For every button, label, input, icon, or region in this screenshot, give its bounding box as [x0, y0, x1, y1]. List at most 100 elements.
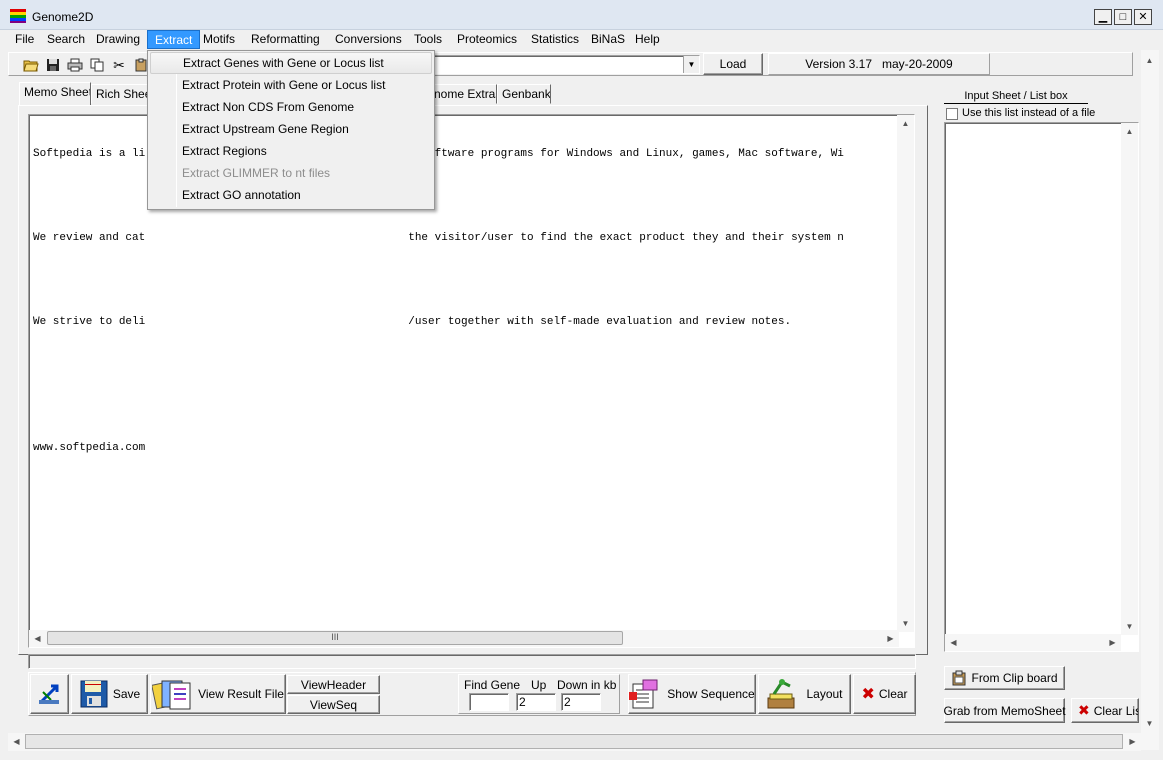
close-button[interactable]: ✕ — [1134, 9, 1152, 25]
list-scroll-down-arrow-icon[interactable]: ▼ — [1121, 618, 1138, 635]
scroll-right-arrow-icon[interactable]: ▶ — [882, 630, 899, 647]
window-scroll-down-arrow-icon[interactable]: ▼ — [1141, 715, 1158, 732]
version-text: Version 3.17 may-20-2009 — [805, 57, 953, 71]
menu-drawing[interactable]: Drawing — [89, 30, 147, 49]
menu-conversions[interactable]: Conversions — [328, 30, 409, 49]
copy-icon[interactable] — [88, 56, 106, 74]
menu-reformatting[interactable]: Reformatting — [244, 30, 327, 49]
clear-x-icon: ✖ — [861, 686, 875, 703]
menu-proteomics[interactable]: Proteomics — [450, 30, 524, 49]
window-horizontal-scroll-thumb[interactable] — [25, 734, 1123, 749]
grab-from-memosheet-button[interactable]: Grab from MemoSheet — [943, 698, 1066, 723]
load-button-label: Load — [719, 57, 747, 71]
menu-extract-glimmer-to-nt-files: Extract GLIMMER to nt files — [182, 166, 331, 180]
view-seq-label: ViewSeq — [309, 697, 358, 712]
tab-memo-sheet[interactable]: Memo Sheet — [19, 82, 91, 105]
extract-dropdown-menu: Extract Genes with Gene or Locus list Ex… — [147, 50, 435, 210]
maximize-icon: □ — [1119, 11, 1127, 23]
memo-line-3: We strive to deli/user together with sel… — [33, 316, 792, 328]
sequence-document-icon — [629, 679, 658, 709]
use-list-checkbox[interactable] — [946, 108, 958, 120]
menu-file[interactable]: File — [8, 30, 41, 49]
save-disk-icon[interactable] — [44, 56, 62, 74]
sort-arrows-button[interactable] — [30, 674, 69, 714]
from-clipboard-button[interactable]: From Clip board — [944, 666, 1065, 690]
memo-line-2: We review and cat the visitor/user to fin… — [33, 232, 844, 244]
file-combo-box[interactable]: ▼ — [430, 55, 700, 74]
tab-genome-extras-label: nome Extras — [434, 87, 497, 101]
tab-genome-extras[interactable]: nome Extras — [433, 84, 497, 104]
menu-motifs[interactable]: Motifs — [196, 30, 242, 49]
open-folder-icon[interactable] — [22, 56, 40, 74]
save-button-label: Save — [112, 687, 141, 701]
list-scroll-left-arrow-icon[interactable]: ◀ — [945, 634, 962, 651]
window-scroll-up-arrow-icon[interactable]: ▲ — [1141, 52, 1158, 69]
list-vertical-scrollbar[interactable]: ▲ ▼ — [1121, 123, 1138, 635]
minimize-button[interactable]: ▁ — [1094, 9, 1112, 25]
list-horizontal-scrollbar[interactable]: ◀ ▶ — [945, 634, 1121, 651]
maximize-button[interactable]: □ — [1114, 9, 1132, 25]
clear-label: Clear — [878, 687, 908, 701]
find-gene-panel: Find Gene Up Down in kb 2 2 — [458, 674, 620, 714]
use-list-label: Use this list instead of a file — [962, 107, 1096, 119]
menu-extract[interactable]: Extract — [147, 30, 201, 49]
menu-extract-go-annotation[interactable]: Extract GO annotation — [150, 184, 434, 206]
load-button[interactable]: Load — [703, 53, 763, 75]
menu-extract-protein-with-locus-list[interactable]: Extract Protein with Gene or Locus list — [150, 74, 434, 96]
clear-list-x-icon: ✖ — [1078, 702, 1090, 718]
menu-tools[interactable]: Tools — [407, 30, 449, 49]
save-button[interactable]: Save — [71, 674, 148, 714]
list-scroll-up-arrow-icon[interactable]: ▲ — [1121, 123, 1138, 140]
minimize-icon: ▁ — [1098, 11, 1108, 23]
clear-list-button[interactable]: ✖ Clear List — [1071, 698, 1139, 723]
up-input[interactable]: 2 — [516, 693, 556, 711]
down-in-kb-input[interactable]: 2 — [561, 693, 601, 711]
menu-search[interactable]: Search — [40, 30, 92, 49]
up-label: Up — [531, 678, 547, 692]
memo-line-4: www.softpedia.com — [33, 442, 146, 454]
sort-arrows-icon — [38, 684, 59, 704]
menu-extract-non-cds-from-genome[interactable]: Extract Non CDS From Genome — [150, 96, 434, 118]
list-scroll-right-arrow-icon[interactable]: ▶ — [1104, 634, 1121, 651]
layout-painter-icon — [767, 679, 795, 709]
memo-vertical-scrollbar[interactable]: ▲ ▼ — [897, 115, 914, 632]
find-gene-input[interactable] — [469, 693, 509, 711]
window-vertical-scrollbar[interactable]: ▲ ▼ — [1141, 50, 1159, 750]
clipboard-icon — [952, 670, 966, 686]
documents-icon — [152, 680, 191, 710]
input-list-box[interactable]: ▲ ▼ ◀ ▶ — [944, 122, 1139, 652]
menu-extract-genes-with-locus-list[interactable]: Extract Genes with Gene or Locus list — [150, 52, 432, 74]
clear-button[interactable]: ✖ Clear — [853, 674, 916, 714]
memo-status-strip — [28, 654, 916, 669]
view-seq-button[interactable]: ViewSeq — [287, 695, 380, 714]
cut-scissors-icon[interactable]: ✂ — [110, 56, 128, 74]
menu-binas[interactable]: BiNaS — [584, 30, 632, 49]
tab-genbank-label: Genbank — [502, 87, 551, 101]
view-header-button[interactable]: ViewHeader — [287, 675, 380, 694]
title-bar: Genome2D ▁ □ ✕ — [0, 0, 1163, 30]
input-sheet-title: Input Sheet / List box — [944, 90, 1088, 104]
memo-horizontal-scrollbar[interactable]: ◀ III ▶ — [29, 630, 899, 647]
view-result-file-label: View Result File — [198, 687, 284, 701]
memo-horizontal-scroll-thumb[interactable]: III — [47, 631, 623, 645]
layout-button[interactable]: Layout — [758, 674, 851, 714]
window-title: Genome2D — [32, 10, 94, 24]
close-icon: ✕ — [1138, 11, 1148, 23]
menu-help[interactable]: Help — [628, 30, 667, 49]
window-horizontal-scrollbar[interactable]: ◀ ▶ — [8, 733, 1141, 751]
menu-statistics[interactable]: Statistics — [524, 30, 586, 49]
print-icon[interactable] — [66, 56, 84, 74]
menu-extract-regions[interactable]: Extract Regions — [150, 140, 434, 162]
show-sequence-label: Show Sequence — [667, 687, 755, 701]
scroll-up-arrow-icon[interactable]: ▲ — [897, 115, 914, 132]
window-scroll-right-arrow-icon[interactable]: ▶ — [1124, 733, 1141, 750]
menu-extract-upstream-gene-region[interactable]: Extract Upstream Gene Region — [150, 118, 434, 140]
find-gene-label: Find Gene — [464, 678, 521, 692]
show-sequence-button[interactable]: Show Sequence — [628, 674, 756, 714]
tab-genbank[interactable]: Genbank — [497, 84, 551, 104]
scroll-down-arrow-icon[interactable]: ▼ — [897, 615, 914, 632]
scroll-left-arrow-icon[interactable]: ◀ — [29, 630, 46, 647]
view-result-file-button[interactable]: View Result File — [150, 674, 286, 714]
window-scroll-left-arrow-icon[interactable]: ◀ — [8, 733, 25, 750]
combo-dropdown-arrow-icon[interactable]: ▼ — [683, 56, 699, 73]
